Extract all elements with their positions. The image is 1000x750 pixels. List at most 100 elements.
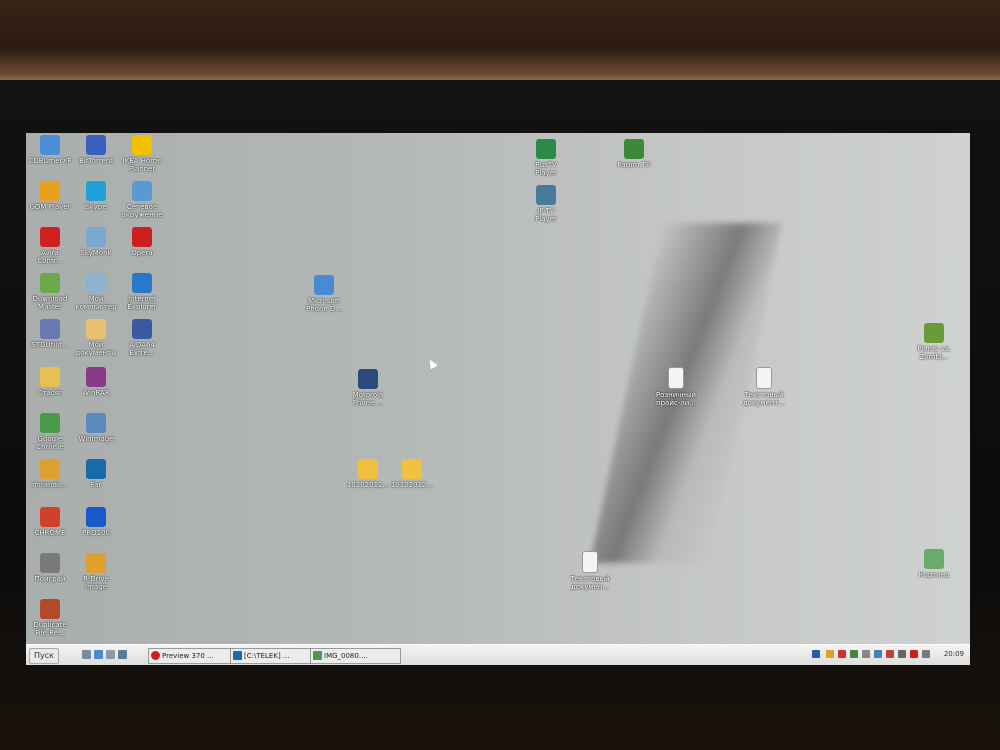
volume-icon[interactable]: [898, 650, 906, 658]
desktop-icon-label: STDUtilit...: [31, 341, 69, 349]
desktop-icon[interactable]: 10102012...: [389, 459, 435, 489]
desktop-icon[interactable]: R-Drive Image: [73, 553, 119, 591]
desktop-icon-label: Opera: [131, 249, 153, 257]
desktop-icon[interactable]: RusTV Player: [523, 139, 569, 177]
wall-background: [0, 0, 1000, 80]
desktop-icon[interactable]: Opera: [119, 227, 165, 257]
desktop-icon[interactable]: Avira Contr...: [27, 227, 73, 265]
desktop-icon[interactable]: Розничный прайс-ли...: [653, 367, 699, 407]
desktop-icon-label: WinRAR: [82, 389, 110, 397]
quicklaunch-ie-icon[interactable]: [94, 650, 103, 659]
desktop-icon[interactable]: Корзина: [911, 549, 957, 579]
desktop-icon-label: miranda...: [32, 481, 68, 489]
recycle-bin-icon: [924, 549, 944, 569]
desktop-icon[interactable]: Google Chrome: [27, 413, 73, 451]
task-label: IMG_0080....: [324, 652, 368, 660]
far-icon: [233, 651, 242, 660]
task-label: Preview 370 ...: [162, 652, 214, 660]
text-file-icon: [668, 367, 684, 389]
desktop-icon-label: Internet Explorer: [127, 295, 157, 311]
tray-app-icon[interactable]: [910, 650, 918, 658]
tray-app-icon[interactable]: [850, 650, 858, 658]
internet-explorer-icon: [132, 273, 152, 293]
desktop-screen: CDBurnerXP BitTorrent IKEA Home Planner GOM…: [26, 133, 970, 665]
phone-driver-icon: [314, 275, 334, 295]
desktop-icon[interactable]: Мой компьютер: [73, 273, 119, 311]
desktop-icon[interactable]: Текстовый документ...: [741, 367, 787, 407]
taskbar-item-img[interactable]: IMG_0080....: [310, 648, 401, 664]
games-icon: [40, 553, 60, 573]
desktop-icon-label: CHROME: [34, 529, 66, 537]
desktop-icon[interactable]: Стасяг: [27, 367, 73, 397]
desktop-icon[interactable]: Parom.TV: [611, 139, 657, 169]
desktop-icon[interactable]: 10102012...: [345, 459, 391, 489]
desktop-icon-label: Сетевое окружение: [121, 203, 163, 219]
desktop-icon-label: GOM Player: [29, 203, 71, 211]
clock: 20:09: [943, 650, 964, 658]
desktop-icon[interactable]: miranda...: [27, 459, 73, 489]
quicklaunch-explorer-icon[interactable]: [106, 650, 115, 659]
desktop-icon[interactable]: BitTorrent: [73, 135, 119, 165]
desktop-icon-label: IP-TV Player: [535, 207, 557, 223]
quicklaunch-show-desktop-icon[interactable]: [82, 650, 91, 659]
desktop-icon[interactable]: Motorola Phone ...: [345, 369, 391, 407]
desktop-icon[interactable]: CDBurnerXP: [27, 135, 73, 165]
desktop-icon[interactable]: AIDA64 Extre...: [119, 319, 165, 357]
desktop-icon[interactable]: Internet Explorer: [119, 273, 165, 311]
desktop-icon[interactable]: Duplicate File Re...: [27, 599, 73, 637]
r-drive-icon: [86, 553, 106, 573]
desktop-icon-label: Поиграй: [34, 575, 66, 583]
tray-app-icon[interactable]: [826, 650, 834, 658]
desktop-icon[interactable]: SkyMonk: [73, 227, 119, 257]
desktop-icon[interactable]: CHROME: [27, 507, 73, 537]
desktop-icon[interactable]: Мои документы: [73, 319, 119, 357]
tray-app-icon[interactable]: [862, 650, 870, 658]
image-viewer-icon: [313, 651, 322, 660]
my-documents-icon: [86, 319, 106, 339]
desktop-icon[interactable]: IP-TV Player: [523, 185, 569, 223]
opera-icon: [132, 227, 152, 247]
desktop-icon[interactable]: Сетевое окружение: [119, 181, 165, 219]
tray-app-icon[interactable]: [874, 650, 882, 658]
desktop-icon-label: Мой компьютер: [75, 295, 117, 311]
tray-app-icon[interactable]: [838, 650, 846, 658]
ikea-icon: [132, 135, 152, 155]
desktop-icon-label: Avira Contr...: [37, 249, 63, 265]
chrome-icon: [40, 507, 60, 527]
start-button[interactable]: Пуск: [29, 648, 59, 664]
desktop-icon-label: Skype: [85, 203, 107, 211]
tray-app-icon[interactable]: [886, 650, 894, 658]
desktop-icon[interactable]: Текстовый докумен...: [567, 551, 613, 591]
skype-icon: [86, 181, 106, 201]
iptv-icon: [536, 185, 556, 205]
far-icon: [86, 459, 106, 479]
desktop-icon-label: Download Master: [32, 295, 68, 311]
desktop-icon[interactable]: Skype: [73, 181, 119, 211]
desktop-icon[interactable]: PRO100: [73, 507, 119, 537]
desktop-icon[interactable]: Поиграй: [27, 553, 73, 583]
taskbar-item-preview[interactable]: Preview 370 ...: [148, 648, 241, 664]
desktop-icon[interactable]: WinRAR: [73, 367, 119, 397]
desktop-icon[interactable]: Plants vs. Zombi...: [911, 323, 957, 361]
desktop-icon[interactable]: Far: [73, 459, 119, 489]
desktop-icon-label: PRO100: [82, 529, 110, 537]
bittorrent-icon: [86, 135, 106, 155]
taskbar: Пуск Preview 370 ... [C:\TELEK] ... IMG_…: [26, 644, 970, 665]
desktop-icon-label: Розничный прайс-ли...: [655, 391, 697, 407]
desktop-icon[interactable]: IKEA Home Planner: [119, 135, 165, 173]
network-tray-icon[interactable]: [922, 650, 930, 658]
desktop-icon[interactable]: STDUtilit...: [27, 319, 73, 349]
desktop-icon[interactable]: Download Master: [27, 273, 73, 311]
task-label: [C:\TELEK] ...: [244, 652, 290, 660]
quicklaunch-app-icon[interactable]: [118, 650, 127, 659]
winimage-icon: [86, 413, 106, 433]
desktop-icon[interactable]: GOM Player: [27, 181, 73, 211]
taskbar-item-telek[interactable]: [C:\TELEK] ...: [230, 648, 321, 664]
desktop-icon-label: Parom.TV: [617, 161, 651, 169]
desktop-icon-label: Motorola Phone ...: [352, 391, 384, 407]
language-icon[interactable]: [812, 650, 820, 658]
desktop-icon[interactable]: Microsoft Phone D...: [301, 275, 347, 313]
desktop-icon[interactable]: WinImage: [73, 413, 119, 443]
my-computer-icon: [86, 273, 106, 293]
pro100-icon: [86, 507, 106, 527]
